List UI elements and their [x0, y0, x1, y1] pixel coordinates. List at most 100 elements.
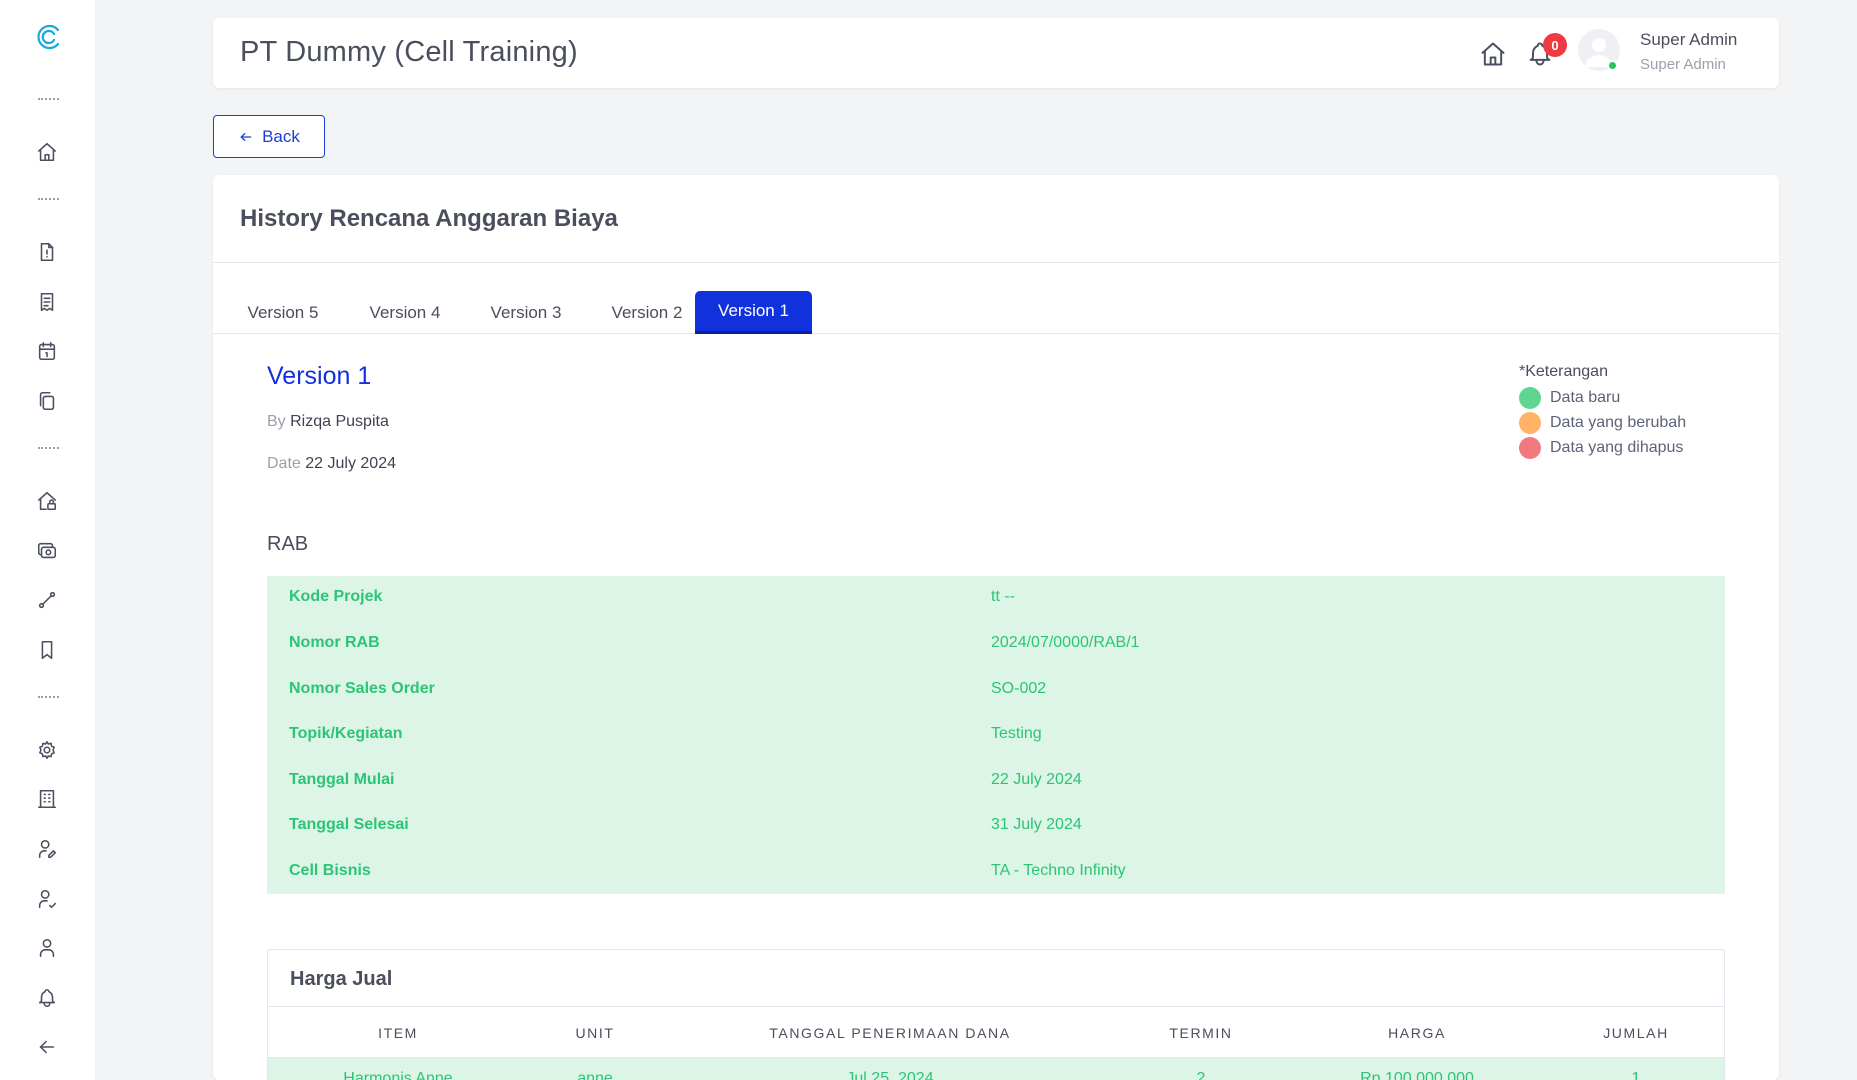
- rab-key: Tanggal Mulai: [289, 771, 395, 788]
- green-dot-icon: [1519, 386, 1541, 409]
- date-value: 22 July 2024: [305, 455, 396, 472]
- app-logo-icon[interactable]: [34, 22, 64, 52]
- rab-key: Topik/Kegiatan: [289, 725, 403, 742]
- rab-key: Nomor Sales Order: [289, 680, 435, 697]
- tab-version-5[interactable]: Version 5: [223, 291, 343, 334]
- table-cell: 2: [1196, 1070, 1206, 1080]
- company-title: PT Dummy (Cell Training): [240, 36, 578, 68]
- legend-label: Data baru: [1550, 388, 1621, 406]
- bookmark-icon: [41, 640, 53, 660]
- column-header: ITEM: [378, 1025, 418, 1041]
- sidebar-item-route[interactable]: [34, 587, 60, 613]
- route-icon: [38, 591, 56, 609]
- legend-label: Data yang berubah: [1550, 413, 1687, 431]
- rab-row: Cell Bisnis TA - Techno Infinity: [267, 850, 1725, 896]
- tab-version-1[interactable]: Version 1: [695, 291, 812, 334]
- column-header: TANGGAL PENERIMAAN DANA: [769, 1025, 1011, 1041]
- sidebar-item-user[interactable]: [34, 935, 60, 961]
- user-check-icon: [38, 889, 57, 909]
- rab-key: Nomor RAB: [289, 634, 380, 651]
- column-header: UNIT: [575, 1025, 615, 1041]
- rab-row: Nomor RAB 2024/07/0000/RAB/1: [267, 622, 1725, 668]
- sidebar-item-receipt[interactable]: [34, 289, 60, 315]
- rab-row: Topik/Kegiatan Testing: [267, 713, 1725, 759]
- sidebar-item-property[interactable]: [34, 488, 60, 514]
- user-role: Super Admin: [1640, 56, 1726, 73]
- rab-value: SO-002: [991, 680, 1047, 697]
- legend-item-changed: Data yang berubah: [1519, 410, 1686, 435]
- sidebar-item-collapse[interactable]: [34, 1034, 60, 1060]
- rab-key: Kode Projek: [289, 588, 383, 605]
- orange-dot-icon: [1519, 411, 1541, 434]
- sidebar-item-user-edit[interactable]: [34, 836, 60, 862]
- harga-jual-title: Harga Jual: [290, 968, 393, 990]
- calendar-icon: [38, 341, 56, 361]
- sidebar-item-cash[interactable]: [34, 538, 60, 564]
- sidebar-separator: [38, 98, 59, 100]
- rab-value: tt --: [991, 588, 1015, 605]
- gear-icon: [39, 740, 55, 760]
- sidebar-item-user-check[interactable]: [34, 886, 60, 912]
- table-row: Harmonis Anne anne Jul 25, 2024 2 Rp 100…: [268, 1058, 1724, 1080]
- tab-version-4[interactable]: Version 4: [345, 291, 465, 334]
- column-header: JUMLAH: [1603, 1025, 1669, 1041]
- sidebar: [0, 0, 95, 1080]
- sidebar-item-calendar[interactable]: [34, 338, 60, 364]
- sidebar-item-documents[interactable]: [34, 388, 60, 414]
- header-home-button[interactable]: [1479, 40, 1507, 68]
- legend-item-deleted: Data yang dihapus: [1519, 435, 1686, 460]
- table-cell: 1: [1631, 1070, 1641, 1080]
- legend-item-new: Data baru: [1519, 385, 1686, 410]
- version-title: Version 1: [267, 362, 372, 390]
- back-button[interactable]: Back: [213, 115, 325, 158]
- tab-version-2[interactable]: Version 2: [587, 291, 707, 334]
- sidebar-item-bookmark[interactable]: [34, 637, 60, 663]
- user-name[interactable]: Super Admin: [1640, 30, 1737, 50]
- notification-count-badge: 0: [1543, 33, 1567, 57]
- file-alert-icon: [40, 242, 54, 262]
- rab-row: Tanggal Selesai 31 July 2024: [267, 804, 1725, 850]
- date-label: Date: [267, 455, 301, 472]
- legend: *Keterangan Data baru Data yang berubah …: [1519, 363, 1686, 460]
- date-line: Date 22 July 2024: [267, 455, 396, 473]
- legend-title: *Keterangan: [1519, 363, 1608, 380]
- home-lock-icon: [37, 491, 57, 511]
- author-name: Rizqa Puspita: [290, 413, 389, 430]
- building-icon: [37, 789, 57, 809]
- sidebar-separator: [38, 696, 59, 698]
- table-cell: Jul 25, 2024: [846, 1070, 934, 1080]
- divider: [213, 262, 1779, 263]
- rab-value: 22 July 2024: [991, 771, 1082, 788]
- red-dot-icon: [1519, 436, 1541, 459]
- top-header: PT Dummy (Cell Training) 0 Super Admin S…: [213, 18, 1779, 88]
- sidebar-item-report[interactable]: [34, 239, 60, 265]
- rab-key: Cell Bisnis: [289, 862, 371, 879]
- rab-key: Tanggal Selesai: [289, 816, 409, 833]
- back-button-label: Back: [262, 126, 300, 146]
- rab-row: Nomor Sales Order SO-002: [267, 668, 1725, 714]
- home-icon: [1481, 42, 1505, 66]
- cash-icon: [37, 542, 57, 559]
- card-title: History Rencana Anggaran Biaya: [240, 205, 618, 232]
- sidebar-item-building[interactable]: [34, 786, 60, 812]
- sidebar-separator: [38, 447, 59, 449]
- rab-value: 31 July 2024: [991, 816, 1082, 833]
- column-header: HARGA: [1388, 1025, 1446, 1041]
- home-icon: [37, 142, 57, 162]
- tab-version-3[interactable]: Version 3: [466, 291, 586, 334]
- rab-details: Kode Projek tt -- Nomor RAB 2024/07/0000…: [267, 576, 1725, 894]
- user-edit-icon: [38, 839, 57, 859]
- rab-value: 2024/07/0000/RAB/1: [991, 634, 1140, 651]
- sidebar-item-settings[interactable]: [34, 737, 60, 763]
- by-label: By: [267, 413, 286, 430]
- sidebar-item-notifications[interactable]: [34, 985, 60, 1011]
- user-icon: [39, 938, 55, 958]
- rab-row: Kode Projek tt --: [267, 576, 1725, 622]
- rab-section-title: RAB: [267, 533, 309, 555]
- table-cell: Harmonis Anne: [343, 1070, 453, 1080]
- author-line: By Rizqa Puspita: [267, 413, 389, 431]
- arrow-left-icon: [39, 1040, 55, 1054]
- arrow-left-icon: [240, 132, 252, 141]
- sidebar-item-home[interactable]: [34, 139, 60, 165]
- receipt-icon: [40, 292, 54, 312]
